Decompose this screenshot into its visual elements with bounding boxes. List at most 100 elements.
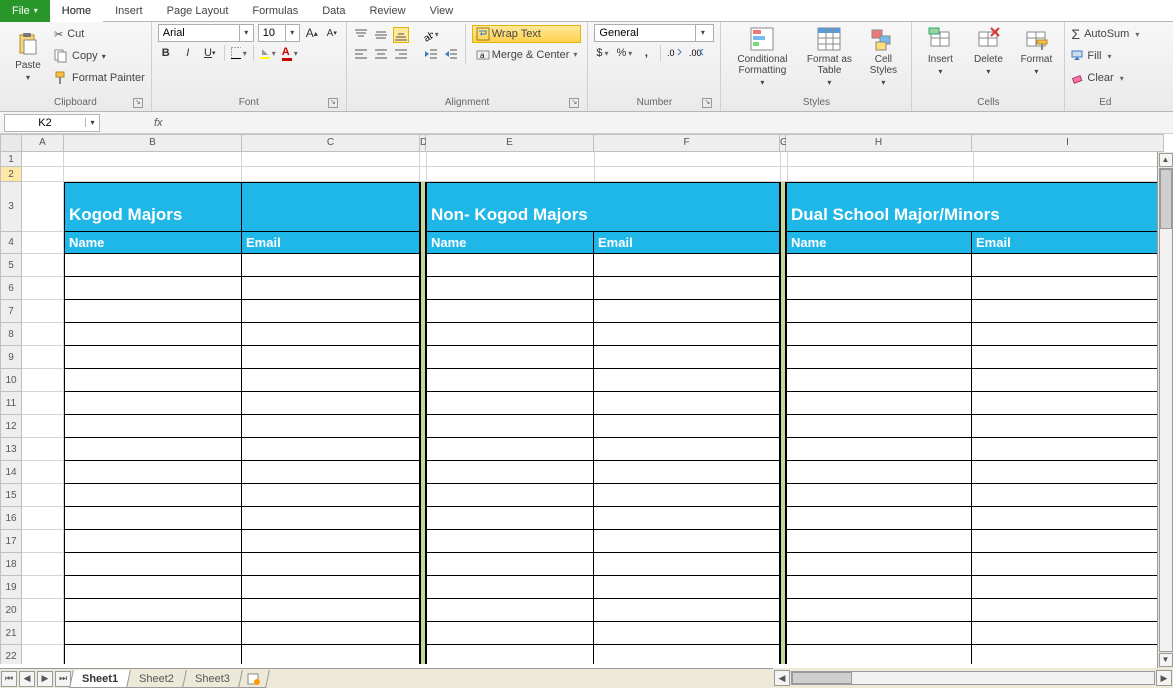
cell[interactable] bbox=[786, 254, 972, 277]
row-header[interactable]: 3 bbox=[0, 182, 22, 232]
cell[interactable] bbox=[242, 346, 420, 369]
cell[interactable] bbox=[242, 599, 420, 622]
fx-icon[interactable]: fx bbox=[154, 117, 163, 129]
row-header[interactable]: 9 bbox=[0, 346, 22, 369]
cell[interactable] bbox=[242, 323, 420, 346]
cell[interactable] bbox=[64, 346, 242, 369]
clear-button[interactable]: Clear bbox=[1071, 68, 1139, 88]
cell[interactable] bbox=[242, 645, 420, 664]
cell[interactable] bbox=[426, 461, 594, 484]
cell[interactable] bbox=[972, 553, 1164, 576]
conditional-formatting-button[interactable]: Conditional Formatting▾ bbox=[727, 24, 797, 87]
align-right-icon[interactable] bbox=[393, 46, 409, 62]
cell[interactable] bbox=[594, 438, 780, 461]
cell[interactable] bbox=[242, 507, 420, 530]
section-title[interactable]: Dual School Major/Minors bbox=[786, 182, 1164, 232]
new-sheet-icon[interactable] bbox=[238, 670, 270, 688]
cell[interactable] bbox=[22, 182, 64, 232]
cell[interactable] bbox=[64, 277, 242, 300]
sheet-tab-1[interactable]: Sheet1 bbox=[69, 670, 131, 688]
cell[interactable] bbox=[64, 507, 242, 530]
cell[interactable] bbox=[426, 622, 594, 645]
cell[interactable] bbox=[595, 167, 781, 182]
cell[interactable] bbox=[972, 530, 1164, 553]
fill-color-button[interactable] bbox=[260, 45, 276, 61]
delete-cells-button[interactable]: Delete▾ bbox=[966, 24, 1010, 76]
align-center-icon[interactable] bbox=[373, 46, 389, 62]
cell[interactable] bbox=[786, 323, 972, 346]
cell[interactable] bbox=[64, 254, 242, 277]
cell[interactable] bbox=[786, 346, 972, 369]
cut-button[interactable]: ✂Cut bbox=[54, 24, 145, 44]
cell[interactable] bbox=[786, 576, 972, 599]
cell[interactable] bbox=[22, 507, 64, 530]
column-header[interactable]: I bbox=[972, 134, 1164, 152]
cell[interactable] bbox=[22, 254, 64, 277]
cell[interactable] bbox=[786, 438, 972, 461]
row-header[interactable]: 12 bbox=[0, 415, 22, 438]
column-header[interactable]: B bbox=[64, 134, 242, 152]
cell[interactable] bbox=[427, 152, 595, 167]
cell[interactable] bbox=[64, 645, 242, 664]
row-header[interactable]: 15 bbox=[0, 484, 22, 507]
row-header[interactable]: 14 bbox=[0, 461, 22, 484]
cell[interactable] bbox=[64, 484, 242, 507]
cell[interactable] bbox=[788, 152, 974, 167]
formula-input[interactable] bbox=[169, 114, 969, 132]
column-header-cell[interactable]: Name bbox=[426, 232, 594, 254]
cell[interactable] bbox=[22, 167, 64, 182]
cell[interactable] bbox=[426, 277, 594, 300]
column-header[interactable]: F bbox=[594, 134, 780, 152]
cell[interactable] bbox=[22, 599, 64, 622]
cell[interactable] bbox=[972, 346, 1164, 369]
cell[interactable] bbox=[972, 369, 1164, 392]
cell[interactable] bbox=[786, 277, 972, 300]
copy-button[interactable]: Copy▾ bbox=[54, 46, 145, 66]
column-header[interactable]: C bbox=[242, 134, 420, 152]
cell[interactable] bbox=[242, 152, 420, 167]
scroll-right-icon[interactable]: ▶ bbox=[1156, 670, 1172, 686]
cell[interactable] bbox=[242, 254, 420, 277]
cell[interactable] bbox=[242, 553, 420, 576]
sheet-tab-3[interactable]: Sheet3 bbox=[182, 670, 243, 688]
cell[interactable] bbox=[426, 645, 594, 664]
worksheet-grid[interactable]: ABCDEFGHI 123456789101112131415161718192… bbox=[0, 134, 1173, 664]
cell[interactable] bbox=[594, 415, 780, 438]
dialog-launcher-icon[interactable]: ↘ bbox=[702, 98, 712, 108]
row-header[interactable]: 6 bbox=[0, 277, 22, 300]
row-header[interactable]: 2 bbox=[0, 167, 22, 182]
cell[interactable] bbox=[64, 392, 242, 415]
cell[interactable] bbox=[242, 300, 420, 323]
cell[interactable] bbox=[64, 152, 242, 167]
cell[interactable] bbox=[972, 323, 1164, 346]
align-middle-icon[interactable] bbox=[373, 27, 389, 43]
border-button[interactable] bbox=[231, 45, 247, 61]
row-header[interactable]: 19 bbox=[0, 576, 22, 599]
cell[interactable] bbox=[786, 300, 972, 323]
row-header[interactable]: 1 bbox=[0, 152, 22, 167]
section-title[interactable]: Non- Kogod Majors bbox=[426, 182, 780, 232]
column-header[interactable]: A bbox=[22, 134, 64, 152]
cell[interactable] bbox=[594, 553, 780, 576]
horizontal-scrollbar[interactable]: ◀ ▶ bbox=[773, 668, 1173, 688]
bold-button[interactable]: B bbox=[158, 45, 174, 61]
cell[interactable] bbox=[594, 323, 780, 346]
tab-page-layout[interactable]: Page Layout bbox=[155, 0, 241, 22]
cell[interactable] bbox=[788, 167, 974, 182]
cell[interactable] bbox=[972, 576, 1164, 599]
cell[interactable] bbox=[972, 277, 1164, 300]
row-header[interactable]: 13 bbox=[0, 438, 22, 461]
cell[interactable] bbox=[594, 461, 780, 484]
cell[interactable] bbox=[594, 599, 780, 622]
cell[interactable] bbox=[594, 622, 780, 645]
cell[interactable] bbox=[64, 530, 242, 553]
cell[interactable] bbox=[594, 530, 780, 553]
cell[interactable] bbox=[786, 461, 972, 484]
dialog-launcher-icon[interactable]: ↘ bbox=[569, 98, 579, 108]
cell[interactable] bbox=[426, 254, 594, 277]
format-cells-button[interactable]: Format▾ bbox=[1014, 24, 1058, 76]
first-sheet-icon[interactable]: ⏮ bbox=[1, 671, 17, 687]
font-name-combo[interactable]: ▾ bbox=[158, 24, 254, 42]
fill-button[interactable]: Fill bbox=[1071, 46, 1139, 66]
scroll-down-icon[interactable]: ▼ bbox=[1159, 653, 1173, 667]
